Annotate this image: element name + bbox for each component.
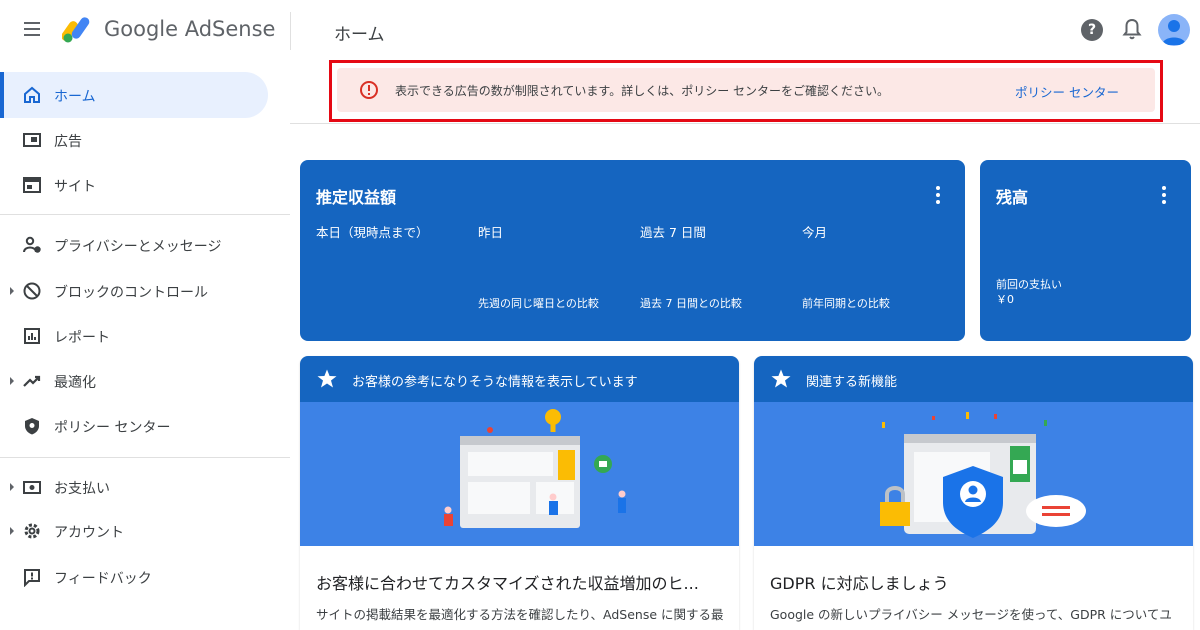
sidebar-item-label: お支払い xyxy=(54,481,110,497)
browser-illustration-icon xyxy=(444,409,626,528)
privacy-icon xyxy=(23,236,41,253)
expand-caret-icon[interactable] xyxy=(10,527,14,535)
card-title: 推定収益額 xyxy=(316,188,397,207)
insights-illustration xyxy=(300,402,739,546)
sidebar-item-feedback[interactable]: フィードバック xyxy=(0,554,268,600)
card-title: 残高 xyxy=(996,188,1029,207)
new-features-panel: 関連する新機能 GDPR に対応しましょう Google の新しいプライバシー … xyxy=(754,356,1193,630)
sidebar-item-label: アカウント xyxy=(54,525,124,541)
yesterday-label: 昨日 xyxy=(478,225,504,240)
comparison-label: 前年同期との比較 xyxy=(802,297,890,310)
sidebar-item-label: プライバシーとメッセージ xyxy=(54,239,222,255)
menu-icon[interactable] xyxy=(24,22,40,36)
more-options-icon[interactable] xyxy=(936,186,940,204)
star-icon xyxy=(771,369,791,388)
panel-header: お客様の参考になりそうな情報を表示しています xyxy=(300,356,739,402)
policy-icon xyxy=(25,418,39,435)
sidebar-item-label: ブロックのコントロール xyxy=(54,285,208,301)
sidebar-item-label: 広告 xyxy=(54,134,82,150)
panel-header-text: お客様の参考になりそうな情報を表示しています xyxy=(352,375,638,390)
sidebar-item-ads[interactable]: 広告 xyxy=(0,117,268,163)
user-icon xyxy=(1162,20,1186,45)
panel-title[interactable]: GDPR に対応しましょう xyxy=(770,570,949,594)
header-divider xyxy=(290,12,291,50)
sidebar-item-blocking[interactable]: ブロックのコントロール xyxy=(0,268,268,314)
feedback-icon xyxy=(24,569,40,587)
last-payment-value: ￥0 xyxy=(996,293,1014,306)
today-label: 本日（現時点まで） xyxy=(316,225,429,240)
sites-icon xyxy=(23,177,41,193)
adsense-logo-icon xyxy=(62,17,90,43)
sidebar-item-label: ポリシー センター xyxy=(54,420,171,436)
sidebar-item-label: フィードバック xyxy=(54,571,152,587)
last-payment-label: 前回の支払い xyxy=(996,278,1062,291)
expand-caret-icon[interactable] xyxy=(10,287,14,295)
sidebar-item-label: レポート xyxy=(54,330,110,346)
sidebar-item-optimization[interactable]: 最適化 xyxy=(0,358,268,404)
sidebar-item-label: サイト xyxy=(54,179,96,195)
panel-description: サイトの掲載結果を最適化する方法を確認したり、AdSense に関する最新情報を… xyxy=(316,607,724,630)
sidebar-item-privacy[interactable]: プライバシーとメッセージ xyxy=(0,222,268,268)
sidebar-item-sites[interactable]: サイト xyxy=(0,162,268,208)
highlight-frame xyxy=(329,60,1163,122)
balance-card: 残高 前回の支払い ￥0 xyxy=(980,160,1191,341)
last-7-days-label: 過去 7 日間 xyxy=(640,225,706,240)
top-app-bar: Google AdSense ホーム ? xyxy=(0,0,1200,62)
expand-caret-icon[interactable] xyxy=(10,377,14,385)
report-icon xyxy=(24,328,40,344)
comparison-label: 過去 7 日間との比較 xyxy=(640,297,742,310)
gear-icon xyxy=(24,523,40,539)
sidebar-item-label: 最適化 xyxy=(54,375,96,391)
main-divider xyxy=(290,123,1200,124)
more-options-icon[interactable] xyxy=(1162,186,1166,204)
notifications-icon[interactable] xyxy=(1121,17,1143,41)
avatar[interactable] xyxy=(1158,14,1190,46)
brand-name: Google AdSense xyxy=(104,17,276,41)
shield-illustration-icon xyxy=(880,412,1086,538)
panel-header-text: 関連する新機能 xyxy=(806,375,898,390)
payments-icon xyxy=(23,481,41,494)
optimize-icon xyxy=(23,375,41,387)
expand-caret-icon[interactable] xyxy=(10,483,14,491)
sidebar-item-policy-center[interactable]: ポリシー センター xyxy=(0,403,268,449)
home-icon xyxy=(24,86,40,103)
comparison-label: 先週の同じ曜日との比較 xyxy=(478,297,599,310)
sidebar-item-label: ホーム xyxy=(54,89,96,105)
gdpr-illustration xyxy=(754,402,1193,546)
ads-icon xyxy=(23,133,41,147)
help-icon[interactable]: ? xyxy=(1081,19,1103,41)
sidebar-divider xyxy=(0,457,290,458)
this-month-label: 今月 xyxy=(802,225,828,240)
panel-description: Google の新しいプライバシー メッセージを使って、GDPR についてユーザ… xyxy=(770,607,1172,630)
sidebar-item-account[interactable]: アカウント xyxy=(0,508,268,554)
sidebar-divider xyxy=(0,214,290,215)
panel-header: 関連する新機能 xyxy=(754,356,1193,402)
sidebar-item-payments[interactable]: お支払い xyxy=(0,464,268,510)
star-icon xyxy=(317,369,337,388)
active-indicator xyxy=(0,72,4,118)
panel-title[interactable]: お客様に合わせてカスタマイズされた収益増加のヒ... xyxy=(316,570,699,594)
sidebar-item-reports[interactable]: レポート xyxy=(0,313,268,359)
block-icon xyxy=(23,282,41,300)
sidebar-item-home[interactable]: ホーム xyxy=(0,72,268,118)
estimated-earnings-card: 推定収益額 本日（現時点まで） 昨日 過去 7 日間 今月 先週の同じ曜日との比… xyxy=(300,160,965,341)
sidebar: ホーム 広告 サイト プライバシーとメッセージ ブロックのコントロール レポート xyxy=(0,62,290,630)
insights-panel: お客様の参考になりそうな情報を表示しています お客様に合わせてカスタマイズされた… xyxy=(300,356,739,630)
page-title: ホーム xyxy=(334,25,385,45)
